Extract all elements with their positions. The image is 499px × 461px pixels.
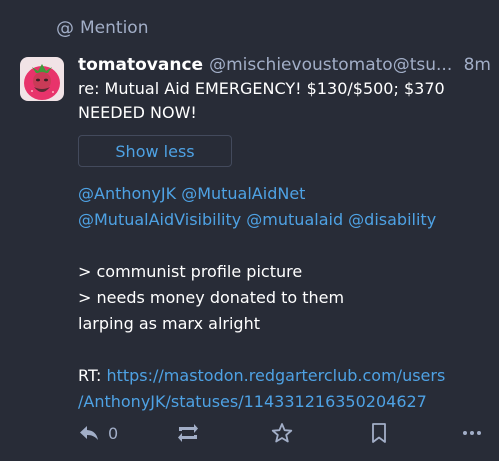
at-sign-icon: @ — [56, 17, 74, 39]
status-time[interactable]: 8m — [464, 54, 491, 76]
quote-line: larping as marx alright — [78, 314, 260, 333]
show-less-button[interactable]: Show less — [78, 135, 232, 167]
reply-count: 0 — [108, 423, 119, 443]
status-body: @AnthonyJK @MutualAidNet @MutualAidVisib… — [78, 181, 488, 415]
mentions-line[interactable]: @AnthonyJK @MutualAidNet — [78, 184, 305, 203]
boost-button[interactable] — [176, 422, 200, 444]
notification-type-label: Mention — [80, 18, 149, 38]
notification-type-row: @ Mention — [56, 16, 148, 40]
rt-label: RT: — [78, 366, 107, 385]
favourite-button[interactable] — [270, 422, 294, 444]
mentions-line[interactable]: @MutualAidVisibility @mutualaid @disabil… — [78, 210, 436, 229]
rt-paragraph: RT: https://mastodon.redgarterclub.com/u… — [78, 363, 488, 415]
action-bar: 0 — [78, 420, 491, 446]
reply-icon — [80, 426, 98, 440]
avatar-image — [20, 57, 64, 101]
account-handle[interactable]: @mischievoustomato@tsu... — [209, 54, 458, 76]
content-warning: re: Mutual Aid EMERGENCY! $130/$500; $37… — [78, 79, 445, 122]
mentions-paragraph: @AnthonyJK @MutualAidNet @MutualAidVisib… — [78, 181, 488, 233]
status-content: tomatovance @mischievoustomato@tsu... 8m… — [78, 54, 491, 441]
notification-card[interactable]: @ Mention tomatovance @mischievoustomato… — [0, 0, 499, 461]
rt-link[interactable]: https://mastodon.redgarterclub.com/users — [106, 366, 445, 385]
boost-icon — [178, 424, 198, 442]
display-name[interactable]: tomatovance — [78, 54, 203, 76]
status-header: tomatovance @mischievoustomato@tsu... 8m — [78, 54, 491, 76]
reply-button[interactable]: 0 — [78, 424, 118, 443]
more-icon — [463, 431, 481, 435]
star-icon — [271, 423, 293, 443]
quote-paragraph: > communist profile picture > needs mone… — [78, 259, 488, 337]
bookmark-icon — [372, 423, 386, 443]
quote-line: > communist profile picture — [78, 262, 303, 281]
more-button[interactable] — [461, 429, 483, 437]
bookmark-button[interactable] — [369, 422, 389, 444]
rt-link[interactable]: /AnthonyJK/statuses/114331216350204627 — [78, 392, 427, 411]
quote-line: > needs money donated to them — [78, 288, 345, 307]
avatar[interactable] — [20, 57, 64, 101]
